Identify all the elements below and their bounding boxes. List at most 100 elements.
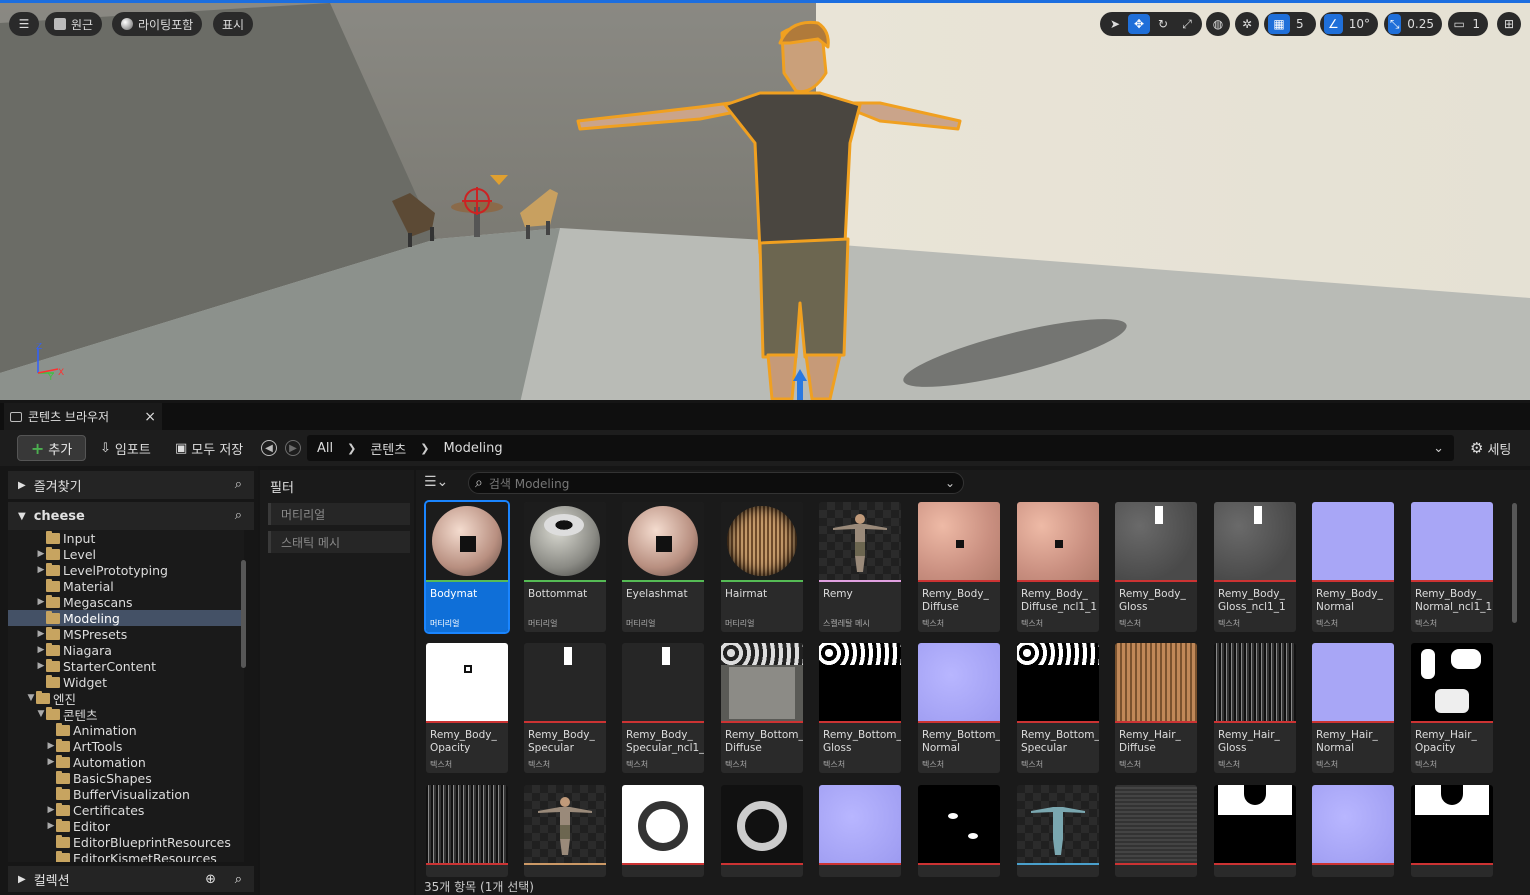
filter-material[interactable]: 머티리얼 (268, 503, 410, 525)
lighting-mode-button[interactable]: 라이팅포함 (112, 12, 203, 36)
asset-tile[interactable]: Remy_Body_ Specular 텍스처 (524, 643, 606, 773)
asset-tile[interactable]: Remy_Hair_ Diffuse 텍스처 (1115, 643, 1197, 773)
expand-arrow-icon[interactable]: ▶ (46, 805, 56, 815)
add-button[interactable]: + 추가 (17, 435, 86, 461)
selected-character[interactable] (0, 3, 1530, 400)
asset-tile[interactable] (1115, 785, 1197, 877)
scale-tool-icon[interactable]: ⤢ (1176, 14, 1198, 34)
close-tab-icon[interactable]: × (144, 409, 156, 425)
rotation-snap-control[interactable]: ∠ 10° (1320, 12, 1378, 36)
asset-tile[interactable]: Remy_Bottom_ Specular 텍스처 (1017, 643, 1099, 773)
filter-dropdown-button[interactable]: ☰⌄ (424, 474, 448, 490)
tree-item[interactable]: ▼ 엔진 (8, 690, 244, 707)
breadcrumb-separator-icon[interactable]: ❯ (420, 442, 429, 455)
expand-arrow-icon[interactable]: ▼ (36, 709, 46, 719)
tree-item[interactable]: ▶ Editor (8, 818, 244, 834)
asset-tile[interactable] (721, 785, 803, 877)
transform-tools[interactable]: ➤ ✥ ↻ ⤢ (1100, 12, 1202, 36)
asset-tile[interactable]: Remy_Body_ Gloss_ncl1_1 텍스처 (1214, 502, 1296, 632)
breadcrumb-item-all[interactable]: All (317, 441, 333, 456)
asset-tile[interactable] (426, 785, 508, 877)
expand-arrow-icon[interactable]: ▶ (36, 645, 46, 655)
asset-tile[interactable]: Hairmat 머티리얼 (721, 502, 803, 632)
tree-item[interactable]: Widget (8, 674, 244, 690)
expand-arrow-icon[interactable]: ▶ (36, 565, 46, 575)
tree-item[interactable]: ▶ Level (8, 546, 244, 562)
back-arrow-icon[interactable]: ◀ (261, 440, 277, 456)
add-collection-icon[interactable]: ⊕ (205, 872, 216, 887)
tree-item[interactable]: ▶ Megascans (8, 594, 244, 610)
asset-tile[interactable]: Remy_Hair_ Normal 텍스처 (1312, 643, 1394, 773)
tree-item[interactable]: ▶ Certificates (8, 802, 244, 818)
asset-tile[interactable]: Remy_Body_ Normal_ncl1_1 텍스처 (1411, 502, 1493, 632)
tree-item[interactable]: EditorBlueprintResources (8, 834, 244, 850)
select-tool-icon[interactable]: ➤ (1104, 14, 1126, 34)
expand-arrow-icon[interactable]: ▶ (46, 757, 56, 767)
import-button[interactable]: ⇩ 임포트 (100, 435, 151, 461)
asset-tile[interactable] (918, 785, 1000, 877)
asset-tile[interactable]: Remy_Bottom_ Diffuse 텍스처 (721, 643, 803, 773)
camera-icon[interactable]: ▭ (1452, 14, 1466, 34)
expand-arrow-icon[interactable]: ▶ (36, 597, 46, 607)
angle-icon[interactable]: ∠ (1324, 14, 1343, 34)
asset-tile[interactable]: Remy_Hair_ Opacity 텍스처 (1411, 643, 1493, 773)
tree-scrollbar[interactable] (241, 560, 246, 668)
move-tool-icon[interactable]: ✥ (1128, 14, 1150, 34)
breadcrumb-item-modeling[interactable]: Modeling (443, 441, 502, 456)
asset-tile[interactable]: Remy_Body_ Opacity 텍스처 (426, 643, 508, 773)
rotate-tool-icon[interactable]: ↻ (1152, 14, 1174, 34)
filter-static-mesh[interactable]: 스태틱 메시 (268, 531, 410, 553)
tree-item[interactable]: ▶ ArtTools (8, 738, 244, 754)
viewport-layout-button[interactable]: ⊞ (1497, 12, 1521, 36)
scale-snap-icon[interactable]: ⤡ (1388, 14, 1402, 34)
expand-arrow-icon[interactable]: ▶ (46, 821, 56, 831)
breadcrumb-dropdown-icon[interactable]: ⌄ (1433, 441, 1444, 456)
tree-item[interactable]: Animation (8, 722, 244, 738)
asset-tile[interactable]: Remy_Bottom_ Normal 텍스처 (918, 643, 1000, 773)
content-browser-tab[interactable]: 콘텐츠 브라우저 × (4, 403, 162, 430)
tree-item[interactable]: ▶ Automation (8, 754, 244, 770)
asset-tile[interactable] (1411, 785, 1493, 877)
search-icon[interactable]: ⌕ (235, 508, 242, 523)
tree-item[interactable]: ▶ StarterContent (8, 658, 244, 674)
perspective-button[interactable]: 원근 (45, 12, 103, 36)
tree-item[interactable]: Modeling (8, 610, 244, 626)
search-icon[interactable]: ⌕ (235, 477, 242, 492)
asset-tile[interactable]: Remy_Hair_ Gloss 텍스처 (1214, 643, 1296, 773)
tree-item[interactable]: ▼ 콘텐츠 (8, 706, 244, 723)
forward-arrow-icon[interactable]: ▶ (285, 440, 301, 456)
show-button[interactable]: 표시 (213, 12, 254, 36)
breadcrumb-separator-icon[interactable]: ❯ (347, 442, 356, 455)
scale-snap-control[interactable]: ⤡ 0.25 (1384, 12, 1442, 36)
tree-item[interactable]: BufferVisualization (8, 786, 244, 802)
grid-scrollbar[interactable] (1512, 503, 1517, 623)
tree-item[interactable]: ▶ LevelPrototyping (8, 562, 244, 578)
asset-tile[interactable]: Remy_Body_ Specular_ncl1_ 텍스처 (622, 643, 704, 773)
grid-snap-control[interactable]: ▦ 5 (1264, 12, 1316, 36)
asset-tile[interactable]: Remy_Bottom_ Gloss 텍스처 (819, 643, 901, 773)
favorites-header[interactable]: ▶ 즐겨찾기 ⌕ (8, 471, 254, 499)
asset-tile[interactable] (1214, 785, 1296, 877)
tree-item[interactable]: Input (8, 530, 244, 546)
tree-item[interactable]: ▶ Niagara (8, 642, 244, 658)
tree-item[interactable]: ▶ MSPresets (8, 626, 244, 642)
expand-arrow-icon[interactable]: ▶ (36, 549, 46, 559)
folder-tree[interactable]: Input ▶ Level ▶ LevelPrototyping Material ▶ Meg… (8, 530, 244, 862)
asset-tile[interactable]: Eyelashmat 머티리얼 (622, 502, 704, 632)
project-header[interactable]: ▼ cheese ⌕ (8, 502, 254, 530)
asset-tile[interactable]: Bottommat 머티리얼 (524, 502, 606, 632)
tree-item[interactable]: Material (8, 578, 244, 594)
expand-arrow-icon[interactable]: ▶ (36, 661, 46, 671)
tree-item[interactable]: BasicShapes (8, 770, 244, 786)
asset-tile[interactable] (1312, 785, 1394, 877)
search-input[interactable]: ⌕ 검색 Modeling ⌄ (468, 472, 964, 494)
expand-arrow-icon[interactable]: ▶ (46, 741, 56, 751)
collections-header[interactable]: ▶ 컬렉션 ⊕ ⌕ (8, 866, 254, 892)
asset-tile[interactable] (622, 785, 704, 877)
save-all-button[interactable]: ▣ 모두 저장 (175, 435, 243, 461)
viewport-menu-button[interactable]: ☰ (9, 12, 39, 36)
asset-tile[interactable]: Remy_Body_ Diffuse 텍스처 (918, 502, 1000, 632)
asset-tile[interactable] (524, 785, 606, 877)
breadcrumb-item-content[interactable]: 콘텐츠 (370, 439, 406, 458)
level-viewport[interactable]: ☰ 원근 라이팅포함 표시 ➤ ✥ ↻ ⤢ ◍ ✲ ▦ 5 ∠ 10° ⤡ 0.… (0, 0, 1530, 400)
